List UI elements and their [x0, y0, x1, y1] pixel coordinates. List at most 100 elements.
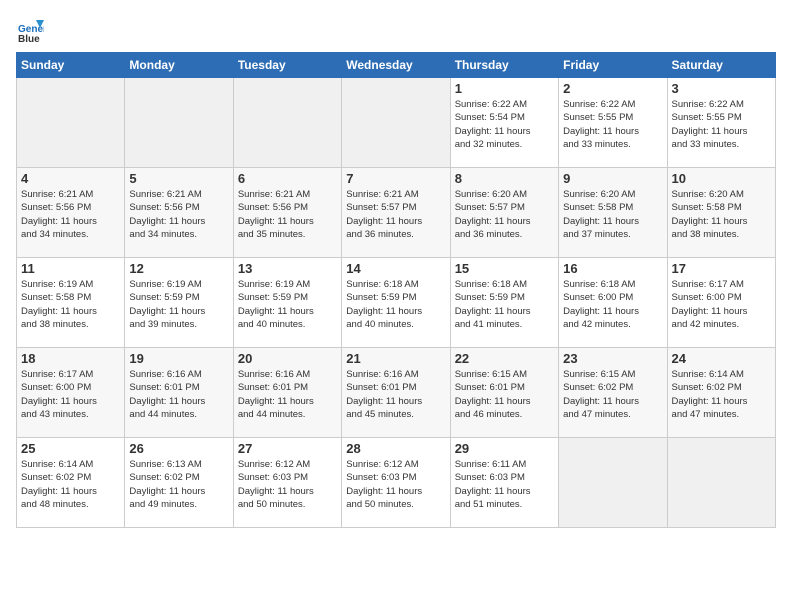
day-info: Sunrise: 6:20 AM Sunset: 5:58 PM Dayligh… — [672, 188, 771, 241]
calendar-cell: 29 Sunrise: 6:11 AM Sunset: 6:03 PM Dayli… — [450, 438, 558, 528]
calendar-cell: 18 Sunrise: 6:17 AM Sunset: 6:00 PM Dayli… — [17, 348, 125, 438]
day-of-week-header: Friday — [559, 53, 667, 78]
calendar-cell — [559, 438, 667, 528]
calendar-cell: 17Sunrise: 6:17 AM Sunset: 6:00 PM Dayli… — [667, 258, 775, 348]
day-info: Sunrise: 6:21 AM Sunset: 5:57 PM Dayligh… — [346, 188, 445, 241]
day-info: Sunrise: 6:14 AM Sunset: 6:02 PM Dayligh… — [21, 458, 120, 511]
day-number: 3 — [672, 81, 771, 96]
calendar-week-row: 4Sunrise: 6:21 AM Sunset: 5:56 PM Daylig… — [17, 168, 776, 258]
day-number: 17 — [672, 261, 771, 276]
day-number: 20 — [238, 351, 337, 366]
calendar-cell: 19 Sunrise: 6:16 AM Sunset: 6:01 PM Dayli… — [125, 348, 233, 438]
day-info: Sunrise: 6:20 AM Sunset: 5:58 PM Dayligh… — [563, 188, 662, 241]
calendar-table: SundayMondayTuesdayWednesdayThursdayFrid… — [16, 52, 776, 528]
day-info: Sunrise: 6:15 AM Sunset: 6:01 PM Dayligh… — [455, 368, 554, 421]
day-info: Sunrise: 6:11 AM Sunset: 6:03 PM Dayligh… — [455, 458, 554, 511]
day-info: Sunrise: 6:19 AM Sunset: 5:59 PM Dayligh… — [129, 278, 228, 331]
day-number: 12 — [129, 261, 228, 276]
calendar-cell — [233, 78, 341, 168]
day-number: 7 — [346, 171, 445, 186]
day-number: 29 — [455, 441, 554, 456]
day-info: Sunrise: 6:21 AM Sunset: 5:56 PM Dayligh… — [21, 188, 120, 241]
calendar-week-row: 18 Sunrise: 6:17 AM Sunset: 6:00 PM Dayli… — [17, 348, 776, 438]
calendar-cell: 27 Sunrise: 6:12 AM Sunset: 6:03 PM Dayli… — [233, 438, 341, 528]
calendar-cell — [17, 78, 125, 168]
day-info: Sunrise: 6:16 AM Sunset: 6:01 PM Dayligh… — [129, 368, 228, 421]
day-number: 1 — [455, 81, 554, 96]
day-number: 15 — [455, 261, 554, 276]
day-info: Sunrise: 6:22 AM Sunset: 5:55 PM Dayligh… — [672, 98, 771, 151]
day-number: 2 — [563, 81, 662, 96]
day-info: Sunrise: 6:16 AM Sunset: 6:01 PM Dayligh… — [238, 368, 337, 421]
calendar-cell: 9 Sunrise: 6:20 AM Sunset: 5:58 PM Daylig… — [559, 168, 667, 258]
day-number: 8 — [455, 171, 554, 186]
calendar-cell: 2 Sunrise: 6:22 AM Sunset: 5:55 PM Daylig… — [559, 78, 667, 168]
day-of-week-header: Monday — [125, 53, 233, 78]
logo-icon: General Blue — [16, 16, 44, 44]
day-number: 9 — [563, 171, 662, 186]
calendar-cell: 16 Sunrise: 6:18 AM Sunset: 6:00 PM Dayli… — [559, 258, 667, 348]
calendar-cell: 13 Sunrise: 6:19 AM Sunset: 5:59 PM Dayli… — [233, 258, 341, 348]
calendar-cell: 6Sunrise: 6:21 AM Sunset: 5:56 PM Daylig… — [233, 168, 341, 258]
day-number: 25 — [21, 441, 120, 456]
calendar-cell: 21 Sunrise: 6:16 AM Sunset: 6:01 PM Dayli… — [342, 348, 450, 438]
day-info: Sunrise: 6:18 AM Sunset: 6:00 PM Dayligh… — [563, 278, 662, 331]
day-of-week-header: Tuesday — [233, 53, 341, 78]
day-number: 23 — [563, 351, 662, 366]
calendar-cell: 8 Sunrise: 6:20 AM Sunset: 5:57 PM Daylig… — [450, 168, 558, 258]
day-info: Sunrise: 6:12 AM Sunset: 6:03 PM Dayligh… — [346, 458, 445, 511]
day-info: Sunrise: 6:18 AM Sunset: 5:59 PM Dayligh… — [346, 278, 445, 331]
calendar-cell: 5Sunrise: 6:21 AM Sunset: 5:56 PM Daylig… — [125, 168, 233, 258]
day-number: 27 — [238, 441, 337, 456]
calendar-week-row: 1Sunrise: 6:22 AM Sunset: 5:54 PM Daylig… — [17, 78, 776, 168]
calendar-cell: 12 Sunrise: 6:19 AM Sunset: 5:59 PM Dayli… — [125, 258, 233, 348]
day-info: Sunrise: 6:19 AM Sunset: 5:59 PM Dayligh… — [238, 278, 337, 331]
calendar-cell: 25 Sunrise: 6:14 AM Sunset: 6:02 PM Dayli… — [17, 438, 125, 528]
day-number: 14 — [346, 261, 445, 276]
day-of-week-header: Sunday — [17, 53, 125, 78]
day-info: Sunrise: 6:17 AM Sunset: 6:00 PM Dayligh… — [21, 368, 120, 421]
day-of-week-header: Wednesday — [342, 53, 450, 78]
calendar-cell — [342, 78, 450, 168]
day-number: 24 — [672, 351, 771, 366]
svg-text:Blue: Blue — [18, 34, 40, 44]
calendar-cell: 4Sunrise: 6:21 AM Sunset: 5:56 PM Daylig… — [17, 168, 125, 258]
day-number: 18 — [21, 351, 120, 366]
calendar-cell: 28 Sunrise: 6:12 AM Sunset: 6:03 PM Dayli… — [342, 438, 450, 528]
calendar-cell: 20 Sunrise: 6:16 AM Sunset: 6:01 PM Dayli… — [233, 348, 341, 438]
calendar-cell: 24Sunrise: 6:14 AM Sunset: 6:02 PM Dayli… — [667, 348, 775, 438]
day-number: 21 — [346, 351, 445, 366]
day-info: Sunrise: 6:13 AM Sunset: 6:02 PM Dayligh… — [129, 458, 228, 511]
calendar-cell: 26 Sunrise: 6:13 AM Sunset: 6:02 PM Dayli… — [125, 438, 233, 528]
day-number: 22 — [455, 351, 554, 366]
day-info: Sunrise: 6:22 AM Sunset: 5:55 PM Dayligh… — [563, 98, 662, 151]
calendar-cell: 22 Sunrise: 6:15 AM Sunset: 6:01 PM Dayli… — [450, 348, 558, 438]
calendar-header-row: SundayMondayTuesdayWednesdayThursdayFrid… — [17, 53, 776, 78]
calendar-cell: 15 Sunrise: 6:18 AM Sunset: 5:59 PM Dayli… — [450, 258, 558, 348]
calendar-cell: 7 Sunrise: 6:21 AM Sunset: 5:57 PM Daylig… — [342, 168, 450, 258]
day-number: 13 — [238, 261, 337, 276]
logo: General Blue — [16, 16, 48, 44]
day-info: Sunrise: 6:19 AM Sunset: 5:58 PM Dayligh… — [21, 278, 120, 331]
calendar-cell: 10 Sunrise: 6:20 AM Sunset: 5:58 PM Dayli… — [667, 168, 775, 258]
day-number: 11 — [21, 261, 120, 276]
day-number: 26 — [129, 441, 228, 456]
page-header: General Blue — [16, 16, 776, 44]
day-number: 10 — [672, 171, 771, 186]
day-info: Sunrise: 6:16 AM Sunset: 6:01 PM Dayligh… — [346, 368, 445, 421]
calendar-week-row: 11 Sunrise: 6:19 AM Sunset: 5:58 PM Dayli… — [17, 258, 776, 348]
day-number: 28 — [346, 441, 445, 456]
day-number: 19 — [129, 351, 228, 366]
day-of-week-header: Thursday — [450, 53, 558, 78]
calendar-cell: 3 Sunrise: 6:22 AM Sunset: 5:55 PM Daylig… — [667, 78, 775, 168]
day-info: Sunrise: 6:18 AM Sunset: 5:59 PM Dayligh… — [455, 278, 554, 331]
day-number: 5 — [129, 171, 228, 186]
day-info: Sunrise: 6:20 AM Sunset: 5:57 PM Dayligh… — [455, 188, 554, 241]
calendar-cell: 11 Sunrise: 6:19 AM Sunset: 5:58 PM Dayli… — [17, 258, 125, 348]
calendar-cell: 23Sunrise: 6:15 AM Sunset: 6:02 PM Dayli… — [559, 348, 667, 438]
calendar-week-row: 25 Sunrise: 6:14 AM Sunset: 6:02 PM Dayli… — [17, 438, 776, 528]
calendar-cell: 14 Sunrise: 6:18 AM Sunset: 5:59 PM Dayli… — [342, 258, 450, 348]
day-of-week-header: Saturday — [667, 53, 775, 78]
day-info: Sunrise: 6:12 AM Sunset: 6:03 PM Dayligh… — [238, 458, 337, 511]
day-number: 16 — [563, 261, 662, 276]
